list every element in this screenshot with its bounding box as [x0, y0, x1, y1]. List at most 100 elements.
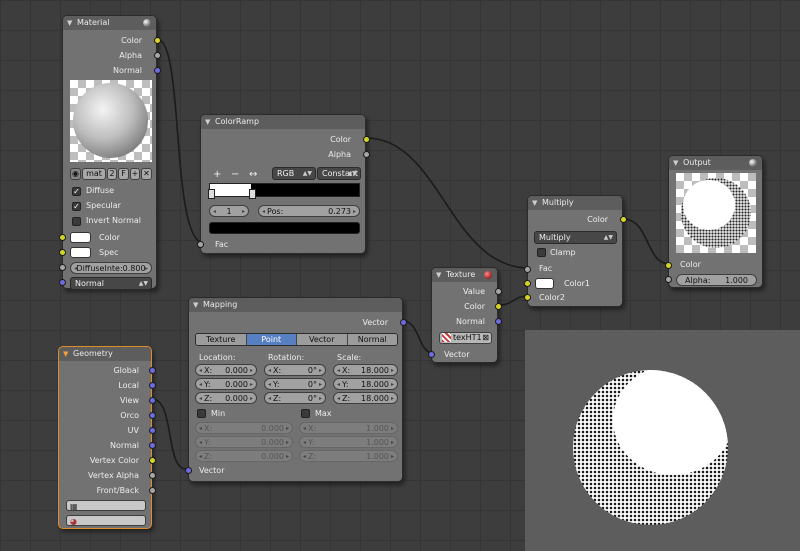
max-y-field[interactable]: ◂ Y: 1.000 ▸ — [299, 436, 398, 448]
color-mode-select[interactable]: RGB ▲▼ — [272, 167, 316, 180]
socket-output-color[interactable] — [620, 216, 627, 223]
max-x-field[interactable]: ◂ X: 1.000 ▸ — [299, 422, 398, 434]
geometry-node-header[interactable]: ▼ Geometry — [59, 347, 151, 361]
use-max-checkbox[interactable] — [301, 409, 310, 418]
unlink-icon[interactable]: ⊠ — [482, 333, 489, 343]
material-node-header[interactable]: ▼ Material — [63, 16, 156, 30]
socket-input-fac[interactable] — [524, 266, 531, 273]
socket-output-value[interactable] — [495, 288, 502, 295]
scale-x-field[interactable]: ◂ X: 18.000 ▸ — [333, 364, 398, 376]
scale-z-field[interactable]: ◂ Z: 18.000 ▸ — [333, 392, 398, 404]
socket-input-normal[interactable] — [59, 279, 66, 286]
min-x-field[interactable]: ◂ X: 0.000 ▸ — [195, 422, 293, 434]
tab-normal[interactable]: Normal — [347, 334, 397, 345]
multiply-node[interactable]: ▼ Multiply Color Multiply ▲▼ Clamp Fac Co… — [524, 195, 627, 307]
stop-color-field[interactable] — [209, 222, 360, 234]
texture-datablock[interactable]: texHT1 ⊠ — [439, 332, 492, 344]
remove-stop-button[interactable]: − — [231, 169, 239, 180]
socket-input-fac[interactable] — [197, 241, 204, 248]
collapse-icon[interactable]: ▼ — [532, 196, 537, 210]
socket-output-color[interactable] — [495, 303, 502, 310]
socket-output-vector[interactable] — [400, 319, 407, 326]
socket-input-color1[interactable] — [524, 280, 531, 287]
ramp-stop-1[interactable] — [249, 189, 256, 199]
rotation-z-field[interactable]: ◂ Z: 0° ▸ — [264, 392, 326, 404]
min-z-field[interactable]: ◂ Z: 0.000 ▸ — [195, 450, 293, 462]
output-node-header[interactable]: ▼ Output — [669, 156, 762, 170]
clamp-checkbox[interactable] — [537, 248, 546, 257]
add-stop-button[interactable]: + — [213, 169, 221, 180]
location-x-field[interactable]: ◂ X: 0.000 ▸ — [195, 364, 257, 376]
fake-user-button[interactable]: F — [118, 168, 129, 180]
flip-ramp-button[interactable]: ↔ — [249, 169, 257, 180]
diffuse-intensity-field[interactable]: ◂ DiffuseInte:0.800 ▸ — [70, 262, 152, 274]
location-y-field[interactable]: ◂ Y: 0.000 ▸ — [195, 378, 257, 390]
tab-texture[interactable]: Texture — [196, 334, 247, 345]
socket-output-color[interactable] — [363, 136, 370, 143]
tab-vector[interactable]: Vector — [297, 334, 348, 345]
socket-output-alpha[interactable] — [363, 151, 370, 158]
socket-output-front-back[interactable] — [149, 487, 156, 494]
socket-output-color[interactable] — [154, 37, 161, 44]
material-browse-icon[interactable]: ◉ — [70, 168, 81, 180]
socket-input-color[interactable] — [665, 262, 672, 269]
socket-output-local[interactable] — [149, 382, 156, 389]
uv-map-field[interactable]: ▦ — [66, 500, 146, 511]
collapse-icon[interactable]: ▼ — [673, 156, 678, 170]
collapse-icon[interactable]: ▼ — [436, 268, 441, 282]
location-z-field[interactable]: ◂ Z: 0.000 ▸ — [195, 392, 257, 404]
texture-browse-icon[interactable] — [442, 333, 451, 342]
diffuse-color-swatch[interactable] — [70, 232, 91, 243]
socket-output-vertex-color[interactable] — [149, 457, 156, 464]
blend-mode-select[interactable]: Multiply ▲▼ — [534, 231, 617, 244]
invert-normal-checkbox[interactable] — [72, 217, 81, 226]
collapse-icon[interactable]: ▼ — [205, 115, 210, 129]
preview-sphere-icon[interactable] — [749, 159, 757, 167]
vertex-color-field[interactable]: ◕ — [66, 515, 146, 526]
collapse-icon[interactable]: ▼ — [67, 16, 72, 30]
socket-input-vector[interactable] — [428, 351, 435, 358]
socket-input-diffuse-intensity[interactable] — [59, 264, 66, 271]
material-name-field[interactable]: mat — [82, 168, 106, 180]
mapping-node[interactable]: ▼ Mapping Vector Texture Point Vector No… — [185, 297, 407, 482]
socket-output-normal[interactable] — [495, 318, 502, 325]
geometry-node[interactable]: ▼ Geometry Global Local View Orco UV Normal Ve… — [58, 346, 156, 529]
socket-output-vertex-alpha[interactable] — [149, 472, 156, 479]
ramp-stop-0[interactable] — [208, 189, 215, 199]
socket-output-global[interactable] — [149, 367, 156, 374]
tab-point[interactable]: Point — [246, 334, 297, 345]
color-ramp-bar[interactable] — [208, 183, 360, 199]
texture-node[interactable]: ▼ Texture Value Color Normal texHT1 ⊠ Vec… — [428, 267, 502, 363]
socket-output-alpha[interactable] — [154, 52, 161, 59]
scale-y-field[interactable]: ◂ Y: 18.000 ▸ — [333, 378, 398, 390]
socket-output-orco[interactable] — [149, 412, 156, 419]
new-material-icon[interactable]: + — [130, 168, 140, 180]
min-y-field[interactable]: ◂ Y: 0.000 ▸ — [195, 436, 293, 448]
specular-checkbox[interactable]: ✓ — [72, 202, 81, 211]
active-stop-field[interactable]: ◂ 1 ▸ — [209, 205, 249, 217]
stop-position-field[interactable]: ◂ Pos: 0.273 ▸ — [258, 205, 360, 217]
preview-sphere-icon[interactable] — [484, 271, 492, 279]
socket-output-view[interactable] — [149, 397, 156, 404]
socket-input-color2[interactable] — [524, 294, 531, 301]
socket-input-vector[interactable] — [185, 467, 192, 474]
unlink-icon[interactable]: ✕ — [141, 168, 152, 180]
max-z-field[interactable]: ◂ Z: 1.000 ▸ — [299, 450, 398, 462]
diffuse-checkbox[interactable]: ✓ — [72, 187, 81, 196]
material-users-count[interactable]: 2 — [107, 168, 117, 180]
color1-swatch[interactable] — [535, 278, 554, 289]
colorramp-node-header[interactable]: ▼ ColorRamp — [201, 115, 365, 129]
socket-input-spec[interactable] — [59, 249, 66, 256]
preview-sphere-icon[interactable] — [143, 19, 151, 27]
spec-color-swatch[interactable] — [70, 247, 91, 258]
socket-input-alpha[interactable] — [665, 276, 672, 283]
texture-node-header[interactable]: ▼ Texture — [432, 268, 497, 282]
normal-select[interactable]: Normal ▲▼ — [70, 277, 152, 290]
socket-output-uv[interactable] — [149, 427, 156, 434]
interpolation-select[interactable]: Constant ▲▼ — [317, 167, 361, 180]
use-min-checkbox[interactable] — [197, 409, 206, 418]
socket-input-color[interactable] — [59, 234, 66, 241]
collapse-icon[interactable]: ▼ — [193, 298, 198, 312]
alpha-field[interactable]: Alpha: 1.000 — [676, 274, 757, 286]
socket-output-normal[interactable] — [154, 67, 161, 74]
